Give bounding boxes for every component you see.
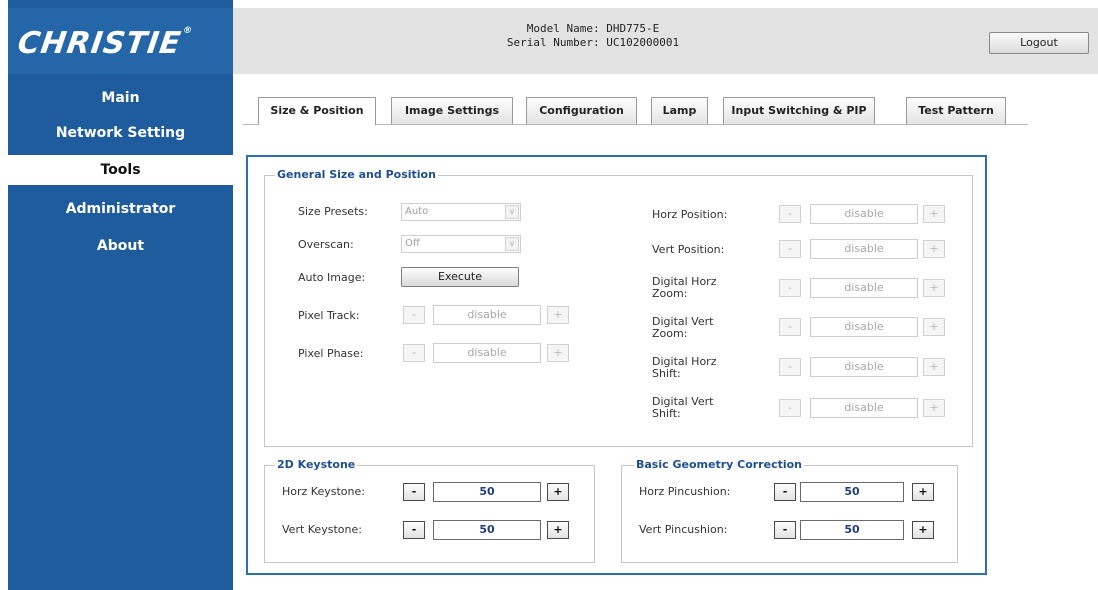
- keystone-group: 2D Keystone Horz Keystone: - 50 + Vert K…: [264, 458, 595, 563]
- chevron-down-icon: ∨: [505, 237, 519, 251]
- vert-keystone-label: Vert Keystone:: [282, 523, 362, 536]
- tab-lamp[interactable]: Lamp: [651, 97, 708, 124]
- pixel-track-value[interactable]: disable: [433, 305, 541, 325]
- digital-horz-shift-minus-button[interactable]: -: [779, 358, 801, 376]
- geometry-legend: Basic Geometry Correction: [634, 458, 805, 471]
- digital-vert-shift-label: Digital Vert Shift:: [652, 396, 713, 420]
- horz-keystone-label: Horz Keystone:: [282, 485, 365, 498]
- digital-horz-zoom-label-line2: Zoom:: [652, 287, 688, 300]
- vert-keystone-plus-button[interactable]: +: [547, 521, 569, 539]
- horz-pincushion-plus-button[interactable]: +: [912, 483, 934, 501]
- sidebar: CHRISTIE® Main Network Setting Tools Adm…: [8, 0, 233, 590]
- sidebar-item-administrator[interactable]: Administrator: [8, 194, 233, 224]
- digital-vert-zoom-minus-button[interactable]: -: [779, 318, 801, 336]
- digital-vert-shift-plus-button[interactable]: +: [923, 399, 945, 417]
- horz-position-value[interactable]: disable: [810, 204, 918, 224]
- size-presets-label: Size Presets:: [298, 205, 368, 218]
- pixel-phase-plus-button[interactable]: +: [547, 344, 569, 362]
- settings-panel: General Size and Position Size Presets: …: [246, 155, 987, 575]
- digital-vert-zoom-value[interactable]: disable: [810, 317, 918, 337]
- sidebar-item-tools[interactable]: Tools: [8, 155, 233, 185]
- geometry-correction-group: Basic Geometry Correction Horz Pincushio…: [621, 458, 958, 563]
- digital-horz-zoom-label: Digital Horz Zoom:: [652, 276, 716, 300]
- vert-position-label: Vert Position:: [652, 243, 725, 256]
- auto-image-label: Auto Image:: [298, 271, 366, 284]
- sidebar-item-main[interactable]: Main: [8, 83, 233, 113]
- device-info: Model Name: DHD775-E Serial Number: UC10…: [473, 22, 713, 50]
- vert-position-minus-button[interactable]: -: [779, 240, 801, 258]
- pixel-phase-value[interactable]: disable: [433, 343, 541, 363]
- vert-pincushion-value[interactable]: 50: [800, 520, 904, 540]
- horz-keystone-value[interactable]: 50: [433, 482, 541, 502]
- digital-vert-zoom-label: Digital Vert Zoom:: [652, 316, 713, 340]
- size-presets-select[interactable]: Auto ∨: [401, 203, 521, 221]
- pixel-track-label: Pixel Track:: [298, 309, 360, 322]
- tab-test-pattern[interactable]: Test Pattern: [906, 97, 1006, 124]
- horz-position-minus-button[interactable]: -: [779, 205, 801, 223]
- digital-vert-shift-label-line2: Shift:: [652, 407, 681, 420]
- digital-horz-zoom-value[interactable]: disable: [810, 278, 918, 298]
- pixel-track-plus-button[interactable]: +: [547, 306, 569, 324]
- pixel-track-minus-button[interactable]: -: [403, 306, 425, 324]
- brand-logo-area: CHRISTIE®: [8, 8, 233, 74]
- overscan-select[interactable]: Off ∨: [401, 235, 521, 253]
- horz-keystone-plus-button[interactable]: +: [547, 483, 569, 501]
- sidebar-item-network-setting[interactable]: Network Setting: [8, 118, 233, 148]
- vert-pincushion-plus-button[interactable]: +: [912, 521, 934, 539]
- tab-size-position[interactable]: Size & Position: [258, 97, 376, 125]
- tab-bar: Size & Position Image Settings Configura…: [243, 97, 1028, 125]
- horz-pincushion-minus-button[interactable]: -: [774, 483, 796, 501]
- execute-button[interactable]: Execute: [401, 267, 519, 287]
- christie-logo: CHRISTIE®: [15, 26, 194, 61]
- digital-horz-shift-value[interactable]: disable: [810, 357, 918, 377]
- pixel-phase-label: Pixel Phase:: [298, 347, 364, 360]
- digital-horz-zoom-minus-button[interactable]: -: [779, 279, 801, 297]
- overscan-label: Overscan:: [298, 238, 354, 251]
- tab-image-settings[interactable]: Image Settings: [391, 97, 513, 124]
- pixel-phase-minus-button[interactable]: -: [403, 344, 425, 362]
- model-name: Model Name: DHD775-E: [526, 22, 660, 35]
- serial-number: Serial Number: UC102000001: [506, 36, 680, 49]
- chevron-down-icon: ∨: [505, 205, 519, 219]
- digital-vert-shift-minus-button[interactable]: -: [779, 399, 801, 417]
- horz-position-label: Horz Position:: [652, 208, 728, 221]
- digital-vert-shift-value[interactable]: disable: [810, 398, 918, 418]
- sidebar-item-about[interactable]: About: [8, 231, 233, 261]
- tab-input-switching-pip[interactable]: Input Switching & PIP: [723, 97, 875, 124]
- keystone-legend: 2D Keystone: [275, 458, 358, 471]
- header-bar: Model Name: DHD775-E Serial Number: UC10…: [233, 8, 1098, 74]
- overscan-value: Off: [405, 238, 420, 249]
- general-legend: General Size and Position: [275, 168, 438, 181]
- horz-position-plus-button[interactable]: +: [923, 205, 945, 223]
- vert-pincushion-label: Vert Pincushion:: [639, 523, 728, 536]
- vert-keystone-value[interactable]: 50: [433, 520, 541, 540]
- horz-keystone-minus-button[interactable]: -: [403, 483, 425, 501]
- digital-horz-shift-label: Digital Horz Shift:: [652, 356, 716, 380]
- vert-position-plus-button[interactable]: +: [923, 240, 945, 258]
- digital-horz-shift-plus-button[interactable]: +: [923, 358, 945, 376]
- digital-vert-zoom-label-line2: Zoom:: [652, 327, 688, 340]
- vert-keystone-minus-button[interactable]: -: [403, 521, 425, 539]
- vert-position-value[interactable]: disable: [810, 239, 918, 259]
- size-presets-value: Auto: [405, 206, 429, 217]
- digital-vert-zoom-plus-button[interactable]: +: [923, 318, 945, 336]
- logout-button[interactable]: Logout: [989, 32, 1089, 54]
- general-size-position-group: General Size and Position Size Presets: …: [264, 168, 973, 447]
- vert-pincushion-minus-button[interactable]: -: [774, 521, 796, 539]
- digital-horz-zoom-plus-button[interactable]: +: [923, 279, 945, 297]
- horz-pincushion-label: Horz Pincushion:: [639, 485, 731, 498]
- tab-configuration[interactable]: Configuration: [526, 97, 637, 124]
- digital-horz-shift-label-line2: Shift:: [652, 367, 681, 380]
- horz-pincushion-value[interactable]: 50: [800, 482, 904, 502]
